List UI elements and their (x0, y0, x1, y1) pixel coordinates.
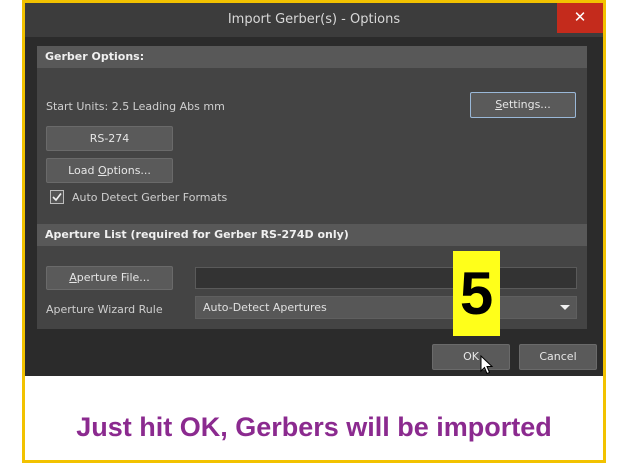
window-title: Import Gerber(s) - Options (227, 12, 401, 27)
aperture-wizard-rule-select[interactable]: Auto-Detect Apertures (195, 296, 577, 319)
settings-button[interactable]: Settings... (470, 92, 576, 118)
close-icon[interactable]: ✕ (557, 3, 603, 33)
start-units-label: Start Units: 2.5 Leading Abs mm (46, 100, 225, 113)
gerber-options-header: Gerber Options: (37, 46, 587, 68)
format-rs274-button[interactable]: RS-274 (46, 126, 173, 151)
load-options-text-rest: ptions... (106, 164, 151, 177)
load-options-text: Load (68, 164, 98, 177)
aperture-wizard-rule-label: Aperture Wizard Rule (46, 303, 163, 316)
options-panel: Gerber Options: Start Units: 2.5 Leading… (37, 46, 587, 329)
settings-text-rest: ettings... (502, 98, 551, 111)
checkmark-icon (52, 193, 62, 202)
aperture-file-field[interactable] (195, 267, 577, 289)
step-number-badge: 5 (453, 251, 500, 336)
caption-text: Just hit OK, Gerbers will be imported (76, 412, 552, 442)
aperture-file-button[interactable]: Aperture File... (46, 266, 173, 290)
wizard-rule-value: Auto-Detect Apertures (203, 301, 327, 314)
title-bar: Import Gerber(s) - Options ✕ (25, 3, 603, 37)
mouse-pointer-icon (480, 355, 494, 375)
ok-button[interactable]: OK (432, 344, 510, 370)
aperture-file-text-rest: perture File... (76, 271, 150, 284)
load-options-accel: O (97, 164, 107, 177)
caption-area: Just hit OK, Gerbers will be imported (25, 376, 603, 460)
auto-detect-label: Auto Detect Gerber Formats (72, 191, 228, 204)
load-options-button[interactable]: Load Options... (46, 158, 173, 183)
auto-detect-checkbox[interactable] (50, 190, 64, 204)
aperture-list-header: Aperture List (required for Gerber RS-27… (37, 224, 587, 246)
dropdown-arrow-icon (560, 305, 570, 310)
cancel-button[interactable]: Cancel (519, 344, 597, 370)
aperture-file-accel: A (69, 271, 77, 284)
import-gerber-options-dialog: Gerber Options: Start Units: 2.5 Leading… (25, 37, 603, 376)
